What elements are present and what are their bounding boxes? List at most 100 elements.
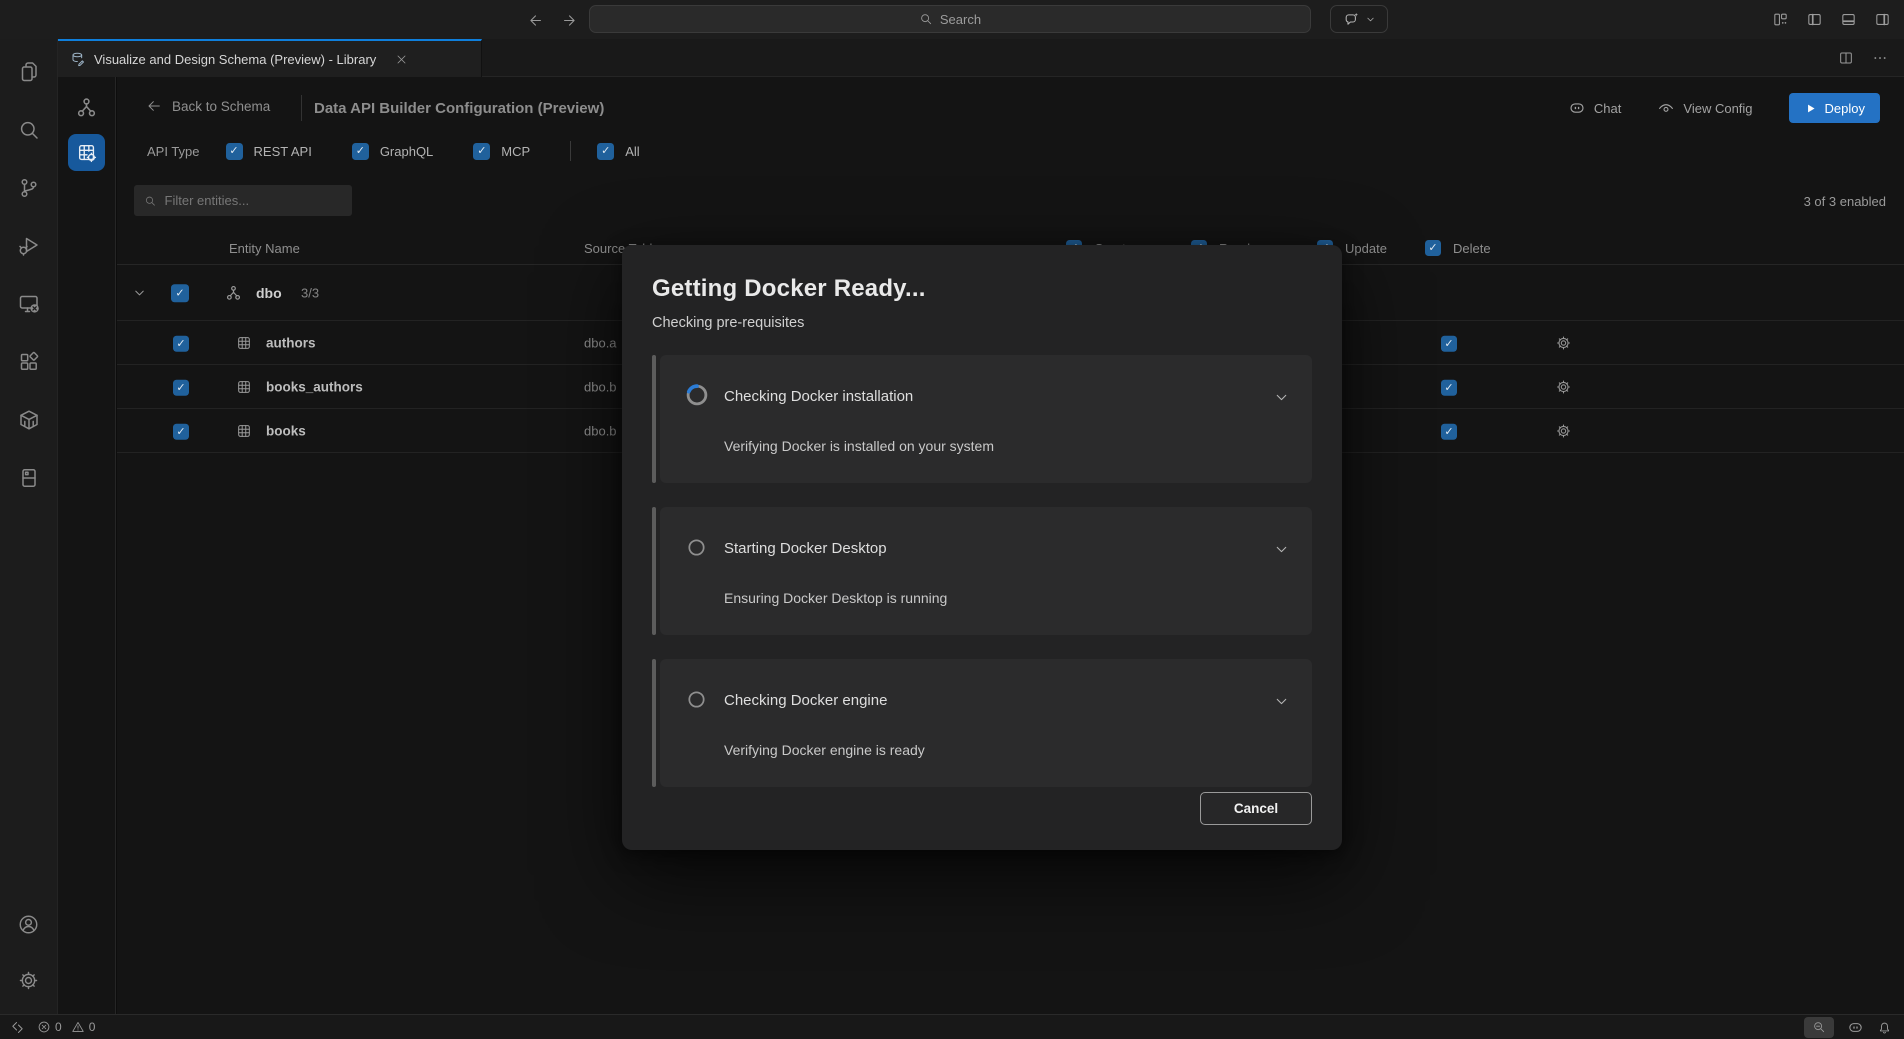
command-center-search[interactable]: Search — [589, 5, 1311, 33]
api-type-row: API Type REST API GraphQL MCP All — [147, 141, 680, 161]
titlebar: Search — [0, 0, 1904, 39]
copilot-status-icon[interactable] — [1847, 1019, 1864, 1036]
row-checkbox-cell — [173, 377, 189, 396]
rest-api-checkbox[interactable] — [226, 143, 243, 160]
group-name: dbo — [256, 285, 282, 301]
split-editor-icon[interactable] — [1838, 50, 1854, 66]
chevron-down-icon[interactable] — [1273, 693, 1290, 710]
tab-visualize-design-schema[interactable]: Visualize and Design Schema (Preview) - … — [58, 39, 482, 77]
collapse-chevron-icon[interactable] — [132, 285, 147, 300]
books-authors-delete-checkbox[interactable] — [1441, 380, 1457, 396]
table-icon — [236, 423, 252, 439]
search-icon — [919, 12, 933, 26]
chat-button[interactable]: Chat — [1568, 99, 1621, 117]
accounts-button[interactable] — [0, 896, 58, 952]
back-to-schema-button[interactable]: Back to Schema — [146, 98, 270, 114]
authors-enabled-checkbox[interactable] — [173, 336, 189, 352]
design-schema-icon — [70, 51, 86, 67]
books-authors-enabled-checkbox[interactable] — [173, 380, 189, 396]
enabled-summary: 3 of 3 enabled — [1804, 194, 1886, 209]
api-options-divider — [570, 141, 571, 161]
customize-layout-icon[interactable] — [1772, 11, 1789, 28]
sidebar-item-search[interactable] — [0, 101, 58, 159]
chevron-down-icon — [1365, 14, 1376, 25]
books-enabled-checkbox[interactable] — [173, 424, 189, 440]
step-accent-bar — [652, 507, 656, 635]
step-docker-engine: Checking Docker engine Verifying Docker … — [652, 659, 1312, 787]
schema-designer-icon[interactable] — [74, 95, 99, 120]
row-settings-gear-icon[interactable] — [1555, 422, 1572, 439]
delete-select-all-checkbox[interactable] — [1425, 240, 1441, 256]
row-settings-gear-icon[interactable] — [1555, 334, 1572, 351]
history-back-button[interactable] — [523, 8, 547, 32]
api-option-graphql[interactable]: GraphQL — [352, 143, 433, 160]
entity-source: dbo.b — [584, 423, 617, 438]
chevron-down-icon[interactable] — [1273, 541, 1290, 558]
mcp-checkbox[interactable] — [473, 143, 490, 160]
step-accent-bar — [652, 355, 656, 483]
tool-data-api-builder-active[interactable] — [68, 134, 105, 171]
tab-title: Visualize and Design Schema (Preview) - … — [94, 52, 376, 67]
sidebar-item-explorer[interactable] — [0, 43, 58, 101]
eye-icon — [1657, 99, 1675, 117]
view-config-button[interactable]: View Config — [1657, 99, 1752, 117]
graphql-checkbox[interactable] — [352, 143, 369, 160]
cancel-button[interactable]: Cancel — [1200, 792, 1312, 825]
sidebar-item-source-control[interactable] — [0, 159, 58, 217]
all-label: All — [625, 144, 639, 159]
error-icon — [37, 1020, 51, 1034]
table-gear-icon — [76, 142, 98, 164]
more-actions-icon[interactable] — [1872, 50, 1888, 66]
mcp-label: MCP — [501, 144, 530, 159]
step-detail: Ensuring Docker Desktop is running — [724, 590, 947, 606]
step-title: Checking Docker engine — [724, 692, 887, 709]
zoom-indicator-chip[interactable] — [1804, 1017, 1834, 1038]
dialog-subtitle: Checking pre-requisites — [652, 315, 1312, 331]
deploy-label: Deploy — [1825, 101, 1865, 116]
entity-source: dbo.b — [584, 379, 617, 394]
view-config-label: View Config — [1683, 101, 1752, 116]
api-option-mcp[interactable]: MCP — [473, 143, 530, 160]
remote-indicator-icon[interactable] — [10, 1020, 25, 1035]
toggle-primary-sidebar-icon[interactable] — [1806, 11, 1823, 28]
toggle-panel-icon[interactable] — [1840, 11, 1857, 28]
history-forward-button[interactable] — [557, 8, 581, 32]
sidebar-item-containers[interactable] — [0, 391, 58, 449]
status-bar: 0 0 — [0, 1014, 1904, 1039]
api-option-all[interactable]: All — [597, 143, 639, 160]
warning-icon — [71, 1020, 85, 1034]
deploy-button[interactable]: Deploy — [1789, 93, 1880, 123]
delete-checkbox-cell — [1441, 421, 1457, 440]
api-type-label: API Type — [147, 144, 200, 159]
filter-entities-field[interactable] — [165, 193, 342, 208]
spinner-pending-icon — [686, 689, 707, 710]
delete-checkbox-cell — [1441, 377, 1457, 396]
search-icon — [144, 194, 157, 208]
copilot-menu-button[interactable] — [1330, 5, 1388, 33]
problems-indicator[interactable]: 0 0 — [37, 1020, 95, 1034]
table-icon — [236, 335, 252, 351]
editor-tab-bar: Visualize and Design Schema (Preview) - … — [58, 39, 1904, 77]
chevron-down-icon[interactable] — [1273, 389, 1290, 406]
sidebar-item-extensions[interactable] — [0, 333, 58, 391]
debug-play-icon — [17, 234, 41, 258]
search-placeholder: Search — [940, 12, 981, 27]
settings-button[interactable] — [0, 952, 58, 1008]
group-dbo-checkbox[interactable] — [171, 284, 189, 302]
rest-api-label: REST API — [254, 144, 312, 159]
sidebar-item-run-debug[interactable] — [0, 217, 58, 275]
row-settings-gear-icon[interactable] — [1555, 378, 1572, 395]
authors-delete-checkbox[interactable] — [1441, 336, 1457, 352]
bell-icon[interactable] — [1877, 1020, 1892, 1035]
tab-close-button[interactable] — [392, 50, 410, 68]
filter-entities-input[interactable] — [134, 185, 352, 216]
back-to-schema-label: Back to Schema — [172, 99, 270, 114]
sidebar-item-remote-explorer[interactable] — [0, 275, 58, 333]
api-option-rest[interactable]: REST API — [226, 143, 312, 160]
arrow-left-icon — [527, 12, 544, 29]
sidebar-item-database[interactable] — [0, 449, 58, 507]
toggle-secondary-sidebar-icon[interactable] — [1874, 11, 1891, 28]
header-divider — [301, 95, 302, 121]
all-checkbox[interactable] — [597, 143, 614, 160]
books-delete-checkbox[interactable] — [1441, 424, 1457, 440]
